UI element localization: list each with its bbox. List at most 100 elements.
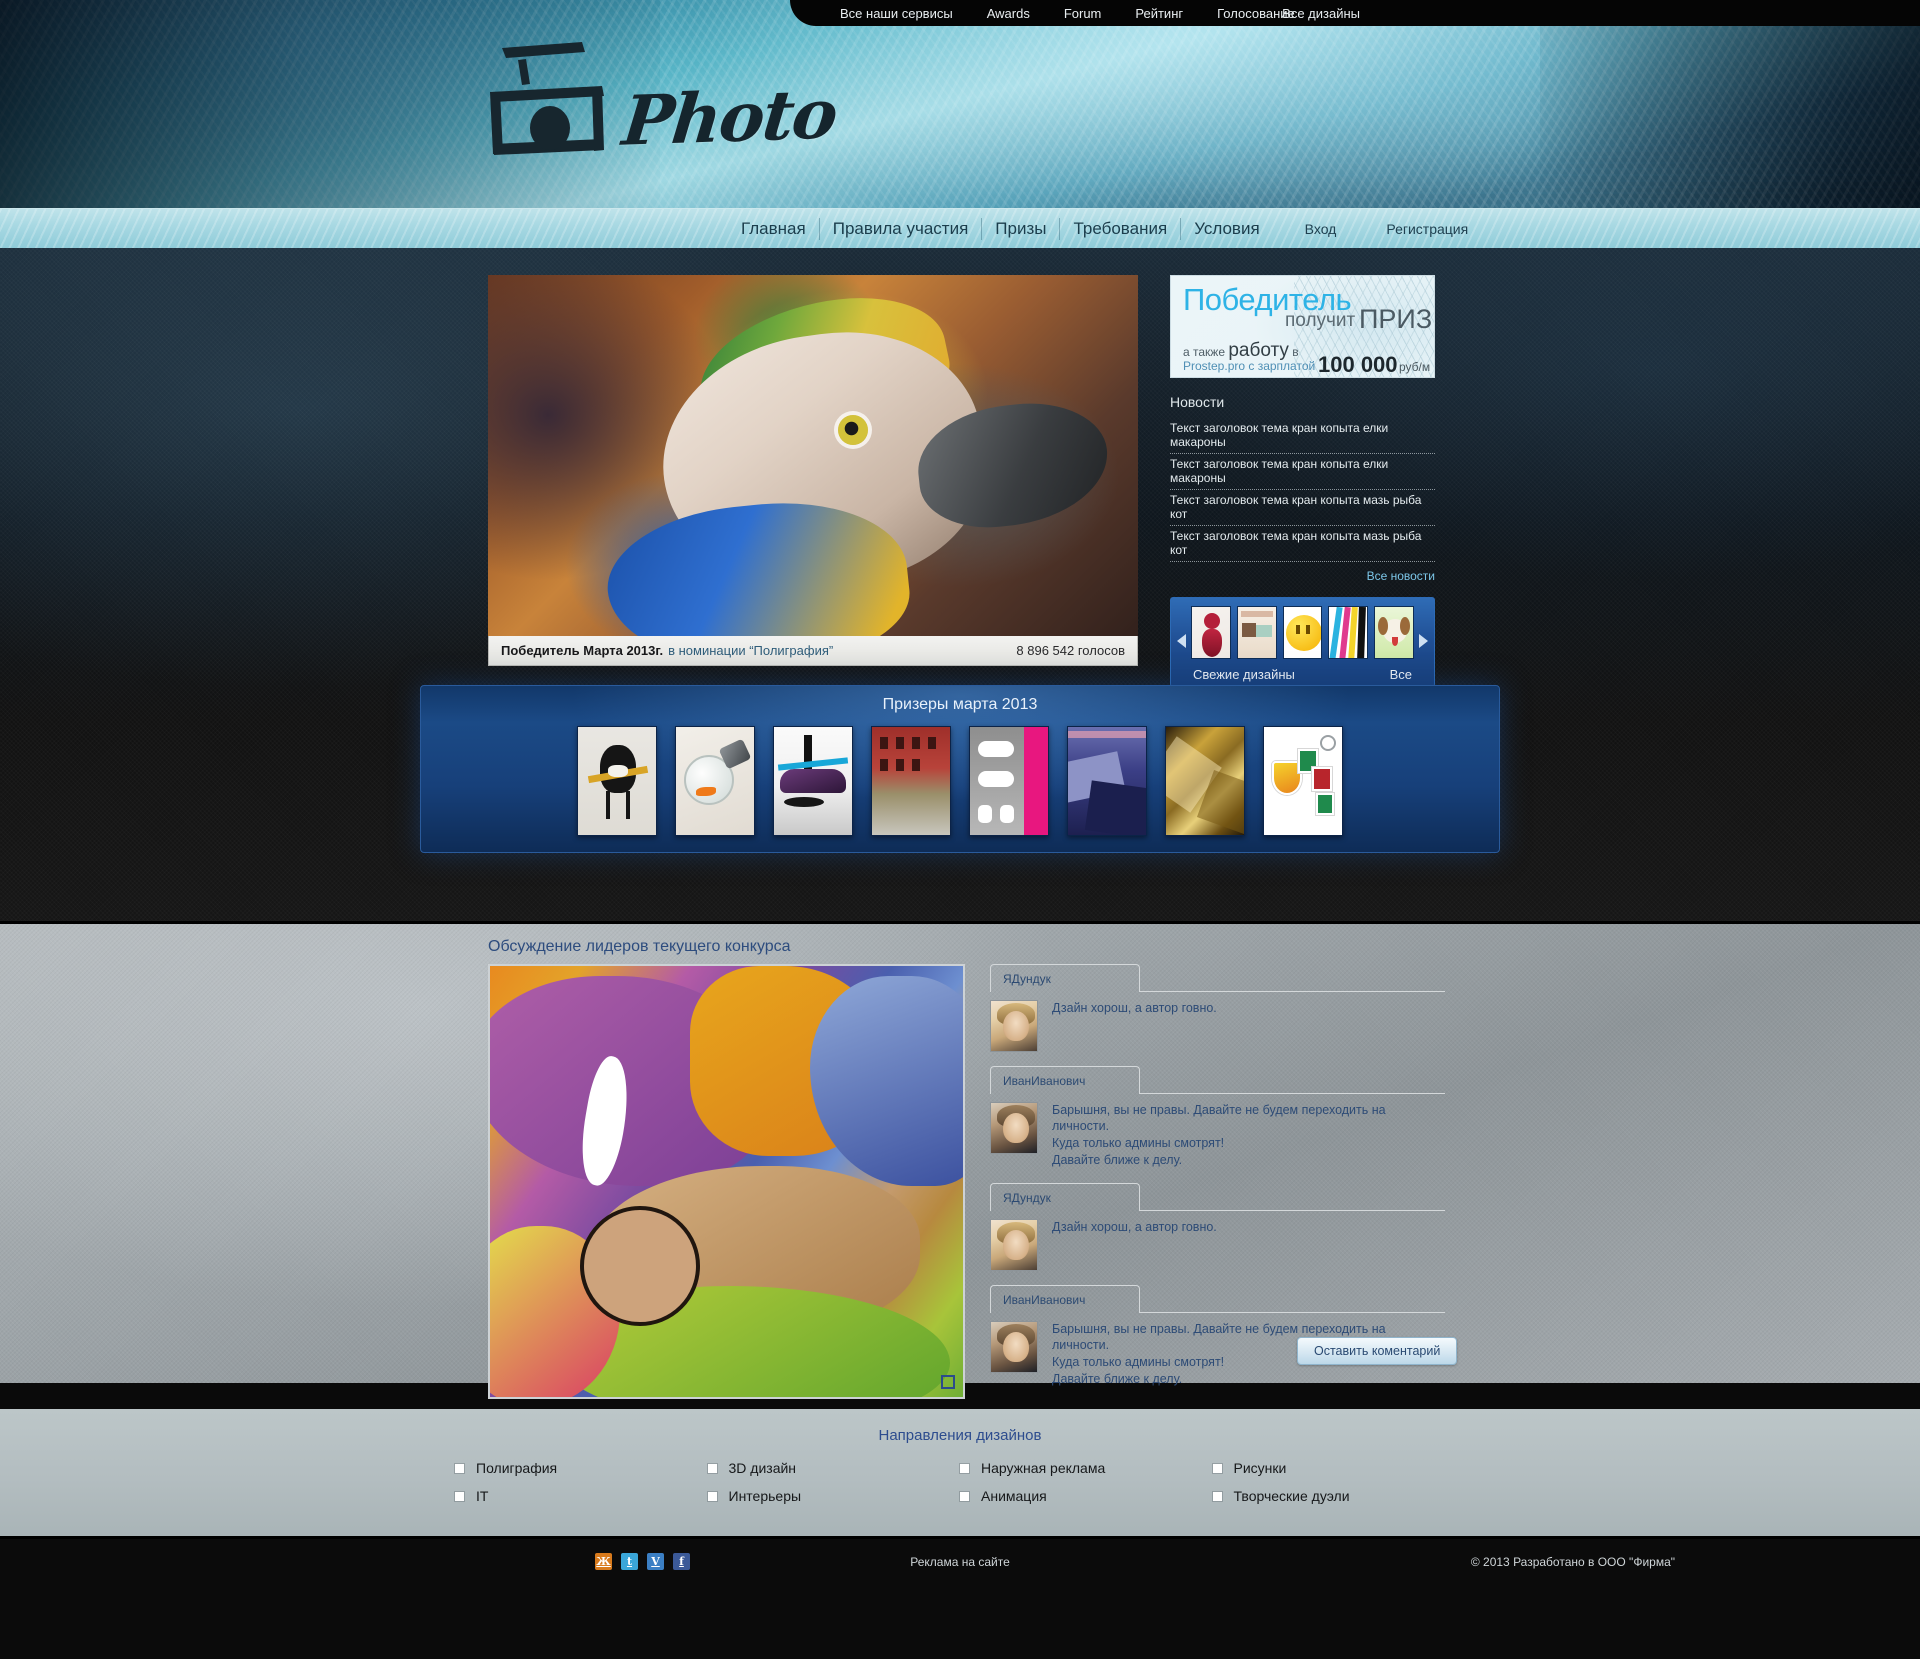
direction-item-drawings[interactable]: Рисунки xyxy=(1212,1460,1466,1476)
sidebar-right: Победитель получит ПРИЗ а также работу в… xyxy=(1170,275,1435,687)
direction-item-interiors[interactable]: Интерьеры xyxy=(707,1488,961,1504)
register-link[interactable]: Регистрация xyxy=(1386,221,1468,237)
comment-divider xyxy=(1140,1093,1445,1094)
facebook-icon[interactable]: f xyxy=(673,1553,690,1570)
design-thumb-cartoon-dog[interactable] xyxy=(1374,606,1414,659)
comment-author: ИванИванович xyxy=(990,1285,1140,1313)
prize-in-word: в xyxy=(1292,345,1299,359)
login-link[interactable]: Вход xyxy=(1305,221,1337,237)
nav-item-prizes[interactable]: Призы xyxy=(982,217,1061,240)
topbar-links: Все наши сервисы Awards Forum Рейтинг Го… xyxy=(840,0,1295,26)
direction-label: Творческие дуэли xyxy=(1233,1488,1350,1504)
directions-title: Направления дизайнов xyxy=(878,1427,1042,1444)
site-logo[interactable]: Photo xyxy=(478,34,840,164)
direction-item-it[interactable]: IT xyxy=(455,1488,708,1504)
vimeo-icon[interactable]: V xyxy=(647,1553,664,1570)
winner-card-colored-shields-keychain[interactable] xyxy=(1263,726,1343,836)
carousel-prev-icon[interactable] xyxy=(1177,634,1186,648)
winner-card-red-building-painting[interactable] xyxy=(871,726,951,836)
twitter-icon[interactable]: t xyxy=(621,1553,638,1570)
design-thumb-red-pattern-shoe[interactable] xyxy=(1191,606,1231,659)
comment-text: Дзайн хорош, а автор говно. xyxy=(1052,1219,1217,1271)
comment-author: ИванИванович xyxy=(990,1066,1140,1094)
nav-item-rules[interactable]: Правила участия xyxy=(820,217,983,240)
top-utility-bar: Все наши сервисы Awards Forum Рейтинг Го… xyxy=(0,0,1920,26)
comment-line: Барышня, вы не правы. Давайте не будем п… xyxy=(1052,1103,1386,1133)
avatar-face xyxy=(1003,1332,1029,1362)
direction-item-polygraphy[interactable]: Полиграфия xyxy=(455,1460,708,1476)
news-item[interactable]: Текст заголовок тема кран копыта елки ма… xyxy=(1170,454,1435,490)
comment-author: ЯДундук xyxy=(990,964,1140,992)
parrot-eye xyxy=(838,415,868,445)
design-thumb-cmyk-stripes[interactable] xyxy=(1328,606,1369,659)
prize-unit: руб/м xyxy=(1399,360,1431,374)
winner-card-blue-mountain-landscape[interactable] xyxy=(1067,726,1147,836)
comment-text: Дзайн хорош, а автор говно. xyxy=(1052,1000,1217,1052)
prize-line-gets: получит xyxy=(1285,310,1356,331)
comment-author: ЯДундук xyxy=(990,1183,1140,1211)
social-links: Ж t V f xyxy=(595,1553,690,1570)
expand-image-icon[interactable] xyxy=(941,1375,955,1389)
hero-winner-block: Победитель Марта 2013г. в номинации “Пол… xyxy=(488,275,1138,666)
winner-card-purple-splash-car[interactable] xyxy=(773,726,853,836)
nav-item-home[interactable]: Главная xyxy=(728,217,820,240)
winner-card-gold-polygon-abstract[interactable] xyxy=(1165,726,1245,836)
direction-label: Полиграфия xyxy=(476,1460,558,1476)
topbar-item-forum[interactable]: Forum xyxy=(1064,6,1102,21)
winner-caption-bar: Победитель Марта 2013г. в номинации “Пол… xyxy=(488,636,1138,666)
news-item[interactable]: Текст заголовок тема кран копыта мазь ры… xyxy=(1170,526,1435,562)
topbar-right: Все дизайны xyxy=(1282,0,1360,26)
avatar xyxy=(990,1321,1038,1373)
avatar-face xyxy=(1003,1011,1029,1041)
winner-card-goldfish-lightbulb[interactable] xyxy=(675,726,755,836)
winner-card-boo-designing-21st-century[interactable] xyxy=(969,726,1049,836)
avatar xyxy=(990,1102,1038,1154)
bullet-square-icon xyxy=(707,1463,717,1473)
topbar-item-rating[interactable]: Рейтинг xyxy=(1135,6,1183,21)
discussion-artwork[interactable] xyxy=(488,964,965,1399)
direction-item-outdoor-advertising[interactable]: Наружная реклама xyxy=(960,1460,1213,1476)
all-designs-link[interactable]: Все xyxy=(1390,667,1412,682)
comment-line: Дзайн хорош, а автор говно. xyxy=(1052,1220,1217,1234)
news-title: Новости xyxy=(1170,394,1225,410)
prize-banner[interactable]: Победитель получит ПРИЗ а также работу в… xyxy=(1170,275,1435,378)
prize-also: а также xyxy=(1183,345,1225,359)
comment-line: Куда только админы смотрят! xyxy=(1052,1136,1225,1150)
comment-body: Барышня, вы не правы. Давайте не будем п… xyxy=(990,1094,1445,1169)
winner-card-black-monster-sketch[interactable] xyxy=(577,726,657,836)
direction-item-creative-duels[interactable]: Творческие дуэли xyxy=(1212,1488,1466,1504)
direction-item-3d-design[interactable]: 3D дизайн xyxy=(707,1460,961,1476)
topbar-item-services[interactable]: Все наши сервисы xyxy=(840,6,953,21)
fresh-designs-link[interactable]: Свежие дизайны xyxy=(1193,667,1295,682)
winner-votes: 8 896 542 голосов xyxy=(1016,643,1125,658)
leave-comment-button[interactable]: Оставить коментарий xyxy=(1297,1337,1458,1365)
design-thumb-smiley-face[interactable] xyxy=(1282,606,1323,659)
bullet-square-icon xyxy=(1212,1491,1222,1501)
topbar-item-awards[interactable]: Awards xyxy=(987,6,1030,21)
advertising-link[interactable]: Реклама на сайте xyxy=(910,1555,1010,1569)
topbar-item-all-designs[interactable]: Все дизайны xyxy=(1282,6,1360,21)
comment-body: Дзайн хорош, а автор говно. xyxy=(990,1211,1445,1271)
winner-photo[interactable] xyxy=(488,275,1138,636)
nav-item-terms[interactable]: Условия xyxy=(1181,218,1272,240)
comment-item: ЯДундук Дзайн хорош, а автор говно. xyxy=(990,964,1445,1052)
carousel-next-icon[interactable] xyxy=(1419,634,1428,648)
bullet-square-icon xyxy=(455,1491,464,1501)
avatar xyxy=(990,1219,1038,1271)
winners-row xyxy=(421,726,1499,836)
nav-item-requirements[interactable]: Требования xyxy=(1060,217,1182,240)
news-item[interactable]: Текст заголовок тема кран копыта елки ма… xyxy=(1170,418,1435,454)
livejournal-icon[interactable]: Ж xyxy=(595,1553,612,1570)
bullet-square-icon xyxy=(1212,1463,1222,1473)
prize-company-line: Prostep.pro с зарплатой xyxy=(1183,359,1316,373)
direction-label: Интерьеры xyxy=(728,1488,802,1504)
comment-divider xyxy=(1140,1312,1445,1313)
design-thumb-sample-text-card[interactable] xyxy=(1236,606,1277,659)
site-header: Все наши сервисы Awards Forum Рейтинг Го… xyxy=(0,0,1920,248)
comment-text: Барышня, вы не правы. Давайте не будем п… xyxy=(1052,1102,1445,1169)
direction-item-animation[interactable]: Анимация xyxy=(960,1488,1213,1504)
prize-line-prize: ПРИЗ xyxy=(1359,304,1433,334)
news-item[interactable]: Текст заголовок тема кран копыта мазь ры… xyxy=(1170,490,1435,526)
all-news-link[interactable]: Все новости xyxy=(1170,569,1435,583)
direction-label: Наружная реклама xyxy=(981,1460,1106,1476)
